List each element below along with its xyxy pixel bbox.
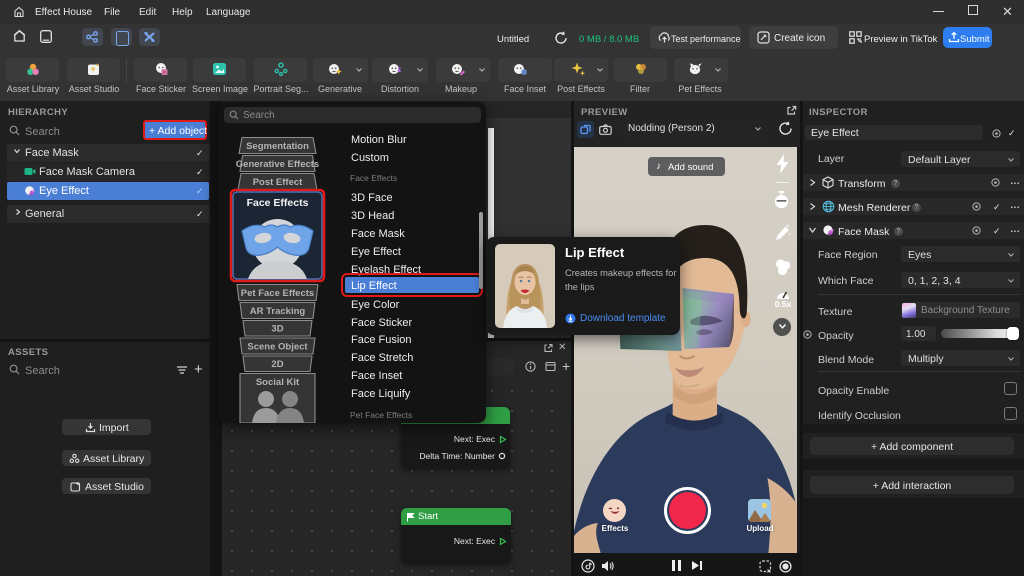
svg-text:Generative Effects: Generative Effects	[236, 159, 319, 170]
svg-text:Face Effects: Face Effects	[247, 197, 309, 209]
svg-text:Post Effect: Post Effect	[253, 177, 303, 188]
svg-text:AR Tracking: AR Tracking	[250, 306, 306, 317]
svg-text:Segmentation: Segmentation	[246, 141, 309, 152]
svg-text:Scene Object: Scene Object	[247, 342, 308, 353]
svg-text:3D: 3D	[271, 324, 283, 335]
svg-text:Social Kit: Social Kit	[256, 377, 300, 388]
svg-text:Pet Face Effects: Pet Face Effects	[241, 288, 314, 299]
svg-text:2D: 2D	[271, 359, 283, 370]
